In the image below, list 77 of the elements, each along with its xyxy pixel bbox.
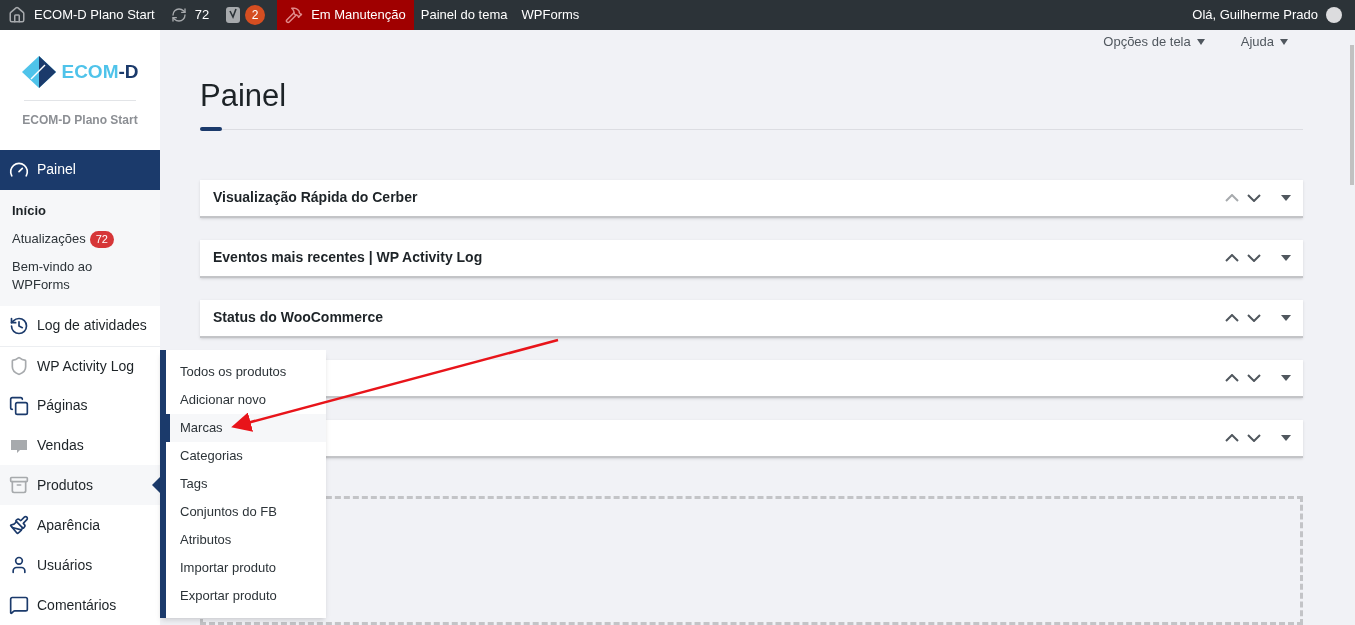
toggle-panel-button[interactable]: [1281, 434, 1291, 441]
chevron-down-icon: [1247, 193, 1261, 202]
toolbar-link[interactable]: Painel do tema: [413, 0, 515, 30]
move-up-button[interactable]: [1225, 433, 1239, 442]
flyout-item[interactable]: Importar produto: [166, 554, 326, 582]
flyout-item[interactable]: Exportar produto: [166, 582, 326, 610]
submenu-item[interactable]: Atualizações 72: [0, 224, 160, 253]
flyout-item[interactable]: Tags: [166, 470, 326, 498]
caret-icon: [1196, 38, 1205, 45]
avatar-icon: [1326, 7, 1342, 23]
menu-item[interactable]: Painel: [0, 150, 160, 190]
chevron-up-icon: [1225, 193, 1239, 202]
updates-link[interactable]: 72: [162, 0, 218, 30]
move-down-button[interactable]: [1247, 433, 1261, 442]
move-down-button[interactable]: [1247, 193, 1261, 202]
screen-options-button[interactable]: Opções de tela: [1103, 32, 1205, 52]
notification-badge: 2: [245, 5, 266, 25]
history-icon: [9, 315, 29, 336]
menu-item[interactable]: Comentários: [0, 585, 160, 625]
chevron-up-icon: [1225, 253, 1239, 262]
logo-text: -D: [118, 60, 139, 82]
archive-box-icon: [9, 475, 29, 496]
widget-title: Eventos mais recentes | WP Activity Log: [213, 248, 483, 267]
flyout-item[interactable]: Adicionar novo: [166, 386, 326, 414]
chevron-up-icon: [1225, 373, 1239, 382]
toolbar-link[interactable]: WPForms: [514, 0, 587, 30]
toggle-panel-button[interactable]: [1281, 254, 1291, 261]
move-up-button[interactable]: [1225, 253, 1239, 262]
user-icon: [9, 555, 29, 576]
submenu-item[interactable]: Bem-vindo ao WPForms: [0, 252, 160, 299]
menu-item[interactable]: Log de atividades: [0, 305, 160, 346]
flyout-item[interactable]: Todos os produtos: [166, 358, 326, 386]
flyout-item[interactable]: Conjuntos do FB: [166, 498, 326, 526]
brush-icon: [9, 515, 29, 536]
chevron-down-icon: [1247, 253, 1261, 262]
hammer-icon: [285, 6, 304, 24]
chevron-down-icon: [1247, 313, 1261, 322]
flyout-item[interactable]: Atributos: [166, 526, 326, 554]
home-icon: [8, 6, 26, 24]
move-down-button[interactable]: [1247, 313, 1261, 322]
menu-item[interactable]: Usuários: [0, 545, 160, 586]
menu-item[interactable]: Produtos: [0, 465, 160, 506]
seo-plugin-icon: [225, 6, 242, 24]
chevron-up-icon: [1225, 433, 1239, 442]
pages-icon: [9, 395, 29, 416]
move-down-button[interactable]: [1247, 373, 1261, 382]
menu-item[interactable]: Aparência: [0, 505, 160, 546]
submenu-item[interactable]: Início: [0, 196, 160, 225]
move-up-button[interactable]: [1225, 373, 1239, 382]
toggle-panel-button[interactable]: [1281, 314, 1291, 321]
help-button[interactable]: Ajuda: [1240, 32, 1288, 52]
menu-item[interactable]: Vendas: [0, 425, 160, 466]
site-link[interactable]: ECOM-D Plano Start: [0, 0, 163, 30]
chevron-down-icon: [1247, 373, 1261, 382]
logo-diamond-icon: [21, 55, 58, 89]
shield-icon: [9, 356, 29, 377]
menu-item[interactable]: Páginas: [0, 385, 160, 426]
comment-icon: [9, 595, 29, 616]
title-accent-bar: [200, 126, 222, 131]
site-subtitle: ECOM-D Plano Start: [22, 112, 138, 129]
account-menu[interactable]: Olá, Guilherme Prado: [1192, 0, 1355, 30]
page-title: Painel: [200, 76, 288, 115]
chevron-up-icon: [1225, 313, 1239, 322]
caret-icon: [1280, 38, 1288, 45]
count-badge: 72: [89, 230, 114, 248]
widget-title: Status do WooCommerce: [213, 308, 384, 327]
chevron-down-icon: [1247, 433, 1261, 442]
widget-title: Visualização Rápida do Cerber: [213, 188, 418, 207]
toggle-panel-button[interactable]: [1281, 374, 1291, 381]
maintenance-link[interactable]: Em Manutenção: [277, 0, 414, 30]
refresh-icon: [170, 7, 187, 23]
move-up-button[interactable]: [1225, 313, 1239, 322]
flyout-item[interactable]: Categorias: [166, 442, 326, 470]
logo-text: ECOM: [61, 60, 119, 82]
seo-link[interactable]: 2: [217, 0, 274, 30]
move-down-button[interactable]: [1247, 253, 1261, 262]
toggle-panel-button[interactable]: [1281, 194, 1291, 201]
